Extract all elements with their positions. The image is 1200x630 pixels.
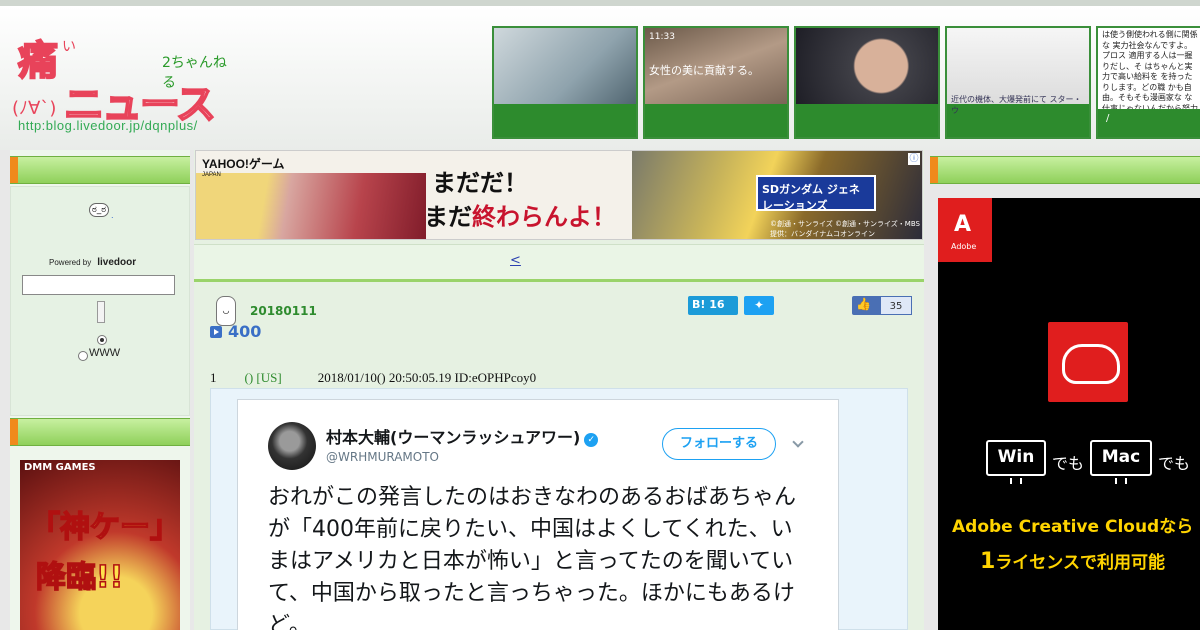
tweet-author-handle[interactable]: @WRHMURAMOTO: [326, 450, 439, 464]
thumbnail-image: [796, 28, 938, 104]
avatar[interactable]: [268, 422, 316, 470]
ad-slogan-part: まだ: [424, 203, 472, 231]
search-scope-blog-radio[interactable]: [97, 335, 107, 345]
search-input[interactable]: [22, 275, 175, 295]
follow-button[interactable]: フォローする: [662, 428, 776, 460]
prev-article-link[interactable]: <: [510, 253, 521, 268]
thumbnail-4[interactable]: 近代の機体、大爆発前にて スター・ウ: [945, 26, 1091, 139]
thumbnail-image: [947, 28, 1089, 104]
post-number: 1: [210, 370, 217, 385]
search-button[interactable]: [97, 301, 105, 323]
verified-icon: ✓: [584, 433, 599, 447]
ad-headline: 降臨!!: [35, 559, 124, 596]
emoticon-link[interactable]: .: [111, 211, 114, 220]
yahoo-japan: JAPAN: [202, 172, 221, 178]
adobe-logo: A Adobe: [938, 198, 992, 262]
yahoo-game-logo: YAHOO!ゲーム JAPAN: [202, 155, 285, 178]
thumbnail-time: 11:33: [649, 32, 675, 42]
livedoor-logo[interactable]: livedoor: [97, 257, 136, 268]
game-logo: SDガンダム ジェネレーションズ: [756, 175, 876, 212]
facebook-like-button[interactable]: 👍 35: [852, 296, 912, 315]
search-scope-www-radio[interactable]: [78, 351, 88, 361]
win-badge: Win: [986, 440, 1046, 476]
tweet-author-name[interactable]: 村本大輔(ウーマンラッシュアワー) ✓: [326, 424, 599, 448]
thumbnail-image: [494, 28, 636, 104]
post-meta: 2018/01/10() 20:50:05.19 ID:eOPHPcoy0: [317, 370, 537, 385]
adobe-ad-banner[interactable]: A Adobe Win でも Mac でも Adobe Creative Clo…: [938, 198, 1200, 630]
monitor-stand-icon: [1010, 478, 1022, 484]
yahoo-game-word: ゲーム: [248, 157, 285, 171]
article-date: 20180111: [250, 304, 317, 318]
yahoo-wordmark: YAHOO!: [202, 157, 249, 171]
twitter-bird-icon: ✦: [753, 298, 765, 312]
tweet-text: おれがこの発言したのはおきなわのあるおばあちゃんが「400年前に戻りたい、中国は…: [268, 485, 797, 630]
article-title[interactable]: 400: [228, 322, 261, 341]
logo-i: い: [62, 39, 76, 55]
adobe-logo-word: Adobe: [951, 242, 977, 251]
article: ◡ 20180111 B! 16 ✦ 👍 35 400 1() [US] 2018…: [194, 286, 924, 630]
title-arrow-icon: [210, 326, 222, 338]
thumbnail-footer: /: [1098, 109, 1200, 137]
thumbnail-caption: 近代の機体、大爆発前にて スター・ウ: [951, 95, 1082, 115]
header-thumbnails: 11:33 女性の美に貢献する。 近代の機体、大爆発前にて スター・ウ は使う側…: [492, 26, 1200, 139]
embedded-tweet-frame: 村本大輔(ウーマンラッシュアワー) ✓ @WRHMURAMOTO フォローする お…: [210, 388, 908, 630]
tweet-button[interactable]: ✦: [744, 296, 774, 315]
left-sidebar: ಠ_ಠ . Powered by livedoor WWW DMM GAMES 「…: [10, 150, 190, 630]
monitor-stand-icon: [1115, 478, 1127, 484]
thumbnail-2[interactable]: 11:33 女性の美に貢献する。: [643, 26, 789, 139]
powered-by: Powered by livedoor: [49, 257, 136, 268]
sidebar-header-bar: [930, 156, 1200, 184]
logo-kanji: 痛: [17, 37, 59, 85]
site-header: 痛 い 2ちゃんねる (ﾉ∀`) ニュース http:blog.livedoor…: [0, 0, 1200, 150]
logo-face: (ﾉ∀`): [12, 98, 57, 119]
powered-by-label: Powered by: [49, 258, 92, 267]
article-nav: <: [194, 244, 924, 282]
post-header: 1 () [US] 2018/01/10() 20:50:05.19 ID:eOPH…: [210, 370, 536, 386]
ad-info-icon[interactable]: ⓘ: [908, 153, 920, 165]
ad-subline-number: 1: [980, 549, 996, 574]
thumbnail-1[interactable]: [492, 26, 638, 139]
ad-demo-text: でも: [1052, 454, 1085, 473]
thumbnail-caption: 女性の美に貢献する。: [649, 64, 759, 77]
thumbs-up-icon: 👍: [856, 297, 871, 311]
embedded-tweet[interactable]: 村本大輔(ウーマンラッシュアワー) ✓ @WRHMURAMOTO フォローする お…: [237, 399, 839, 630]
www-label: WWW: [89, 347, 121, 359]
mac-badge: Mac: [1090, 440, 1152, 476]
ad-demo-text: でも: [1158, 454, 1191, 473]
tweet-author-label: 村本大輔(ウーマンラッシュアワー): [326, 428, 581, 447]
sidebar-header-bar: [10, 156, 190, 184]
logo-url[interactable]: http:blog.livedoor.jp/dqnplus/: [18, 118, 198, 133]
like-count: 35: [880, 296, 912, 315]
adobe-logo-mark: A: [954, 212, 972, 237]
search-box: ಠ_ಠ . Powered by livedoor WWW: [10, 186, 190, 416]
ad-character-image: [196, 173, 426, 239]
ad-slogan: まだだ！: [432, 169, 528, 197]
game-ad-banner[interactable]: YAHOO!ゲーム JAPAN まだだ！ まだ終わらんよ！ SDガンダム ジェネレ…: [195, 150, 923, 240]
site-logo[interactable]: 痛 い 2ちゃんねる (ﾉ∀`) ニュース http:blog.livedoor…: [12, 26, 232, 138]
hatena-bookmark-button[interactable]: B! 16: [688, 296, 738, 315]
emoticon-icon: ಠ_ಠ: [89, 203, 109, 217]
creative-cloud-icon: [1048, 322, 1128, 402]
ad-headline: 「神ケー」: [29, 509, 180, 546]
post-author: () [US]: [244, 370, 282, 385]
right-sidebar: A Adobe Win でも Mac でも Adobe Creative Clo…: [930, 150, 1200, 630]
ad-subline-text: ライセンスで利用可能: [995, 553, 1165, 573]
sidebar-header-bar: [10, 418, 190, 446]
dmm-ad-banner[interactable]: DMM GAMES 「神ケー」 降臨!!: [20, 460, 180, 630]
ad-slogan: まだ終わらんよ！: [424, 197, 616, 232]
ad-brand: DMM GAMES: [24, 462, 96, 473]
thumbnail-slash: /: [1106, 113, 1110, 124]
thumbnail-5[interactable]: は使う側使われる側に関係な 実力社会なんですよ。プロス 適用する人は一握りだし、…: [1096, 26, 1200, 139]
ad-subline: 1ライセンスで利用可能: [980, 548, 1165, 574]
main-content: YAHOO!ゲーム JAPAN まだだ！ まだ終わらんよ！ SDガンダム ジェネレ…: [194, 150, 924, 630]
ad-headline: Adobe Creative Cloudなら: [952, 517, 1194, 537]
ad-copyright: ©創通・サンライズ ©創通・サンライズ・MBS 提供：バンダイナムコオンライン: [770, 220, 920, 238]
chevron-down-icon[interactable]: [792, 436, 804, 448]
thumbnail-3[interactable]: [794, 26, 940, 139]
ad-slogan-red: 終わらんよ！: [472, 203, 616, 231]
